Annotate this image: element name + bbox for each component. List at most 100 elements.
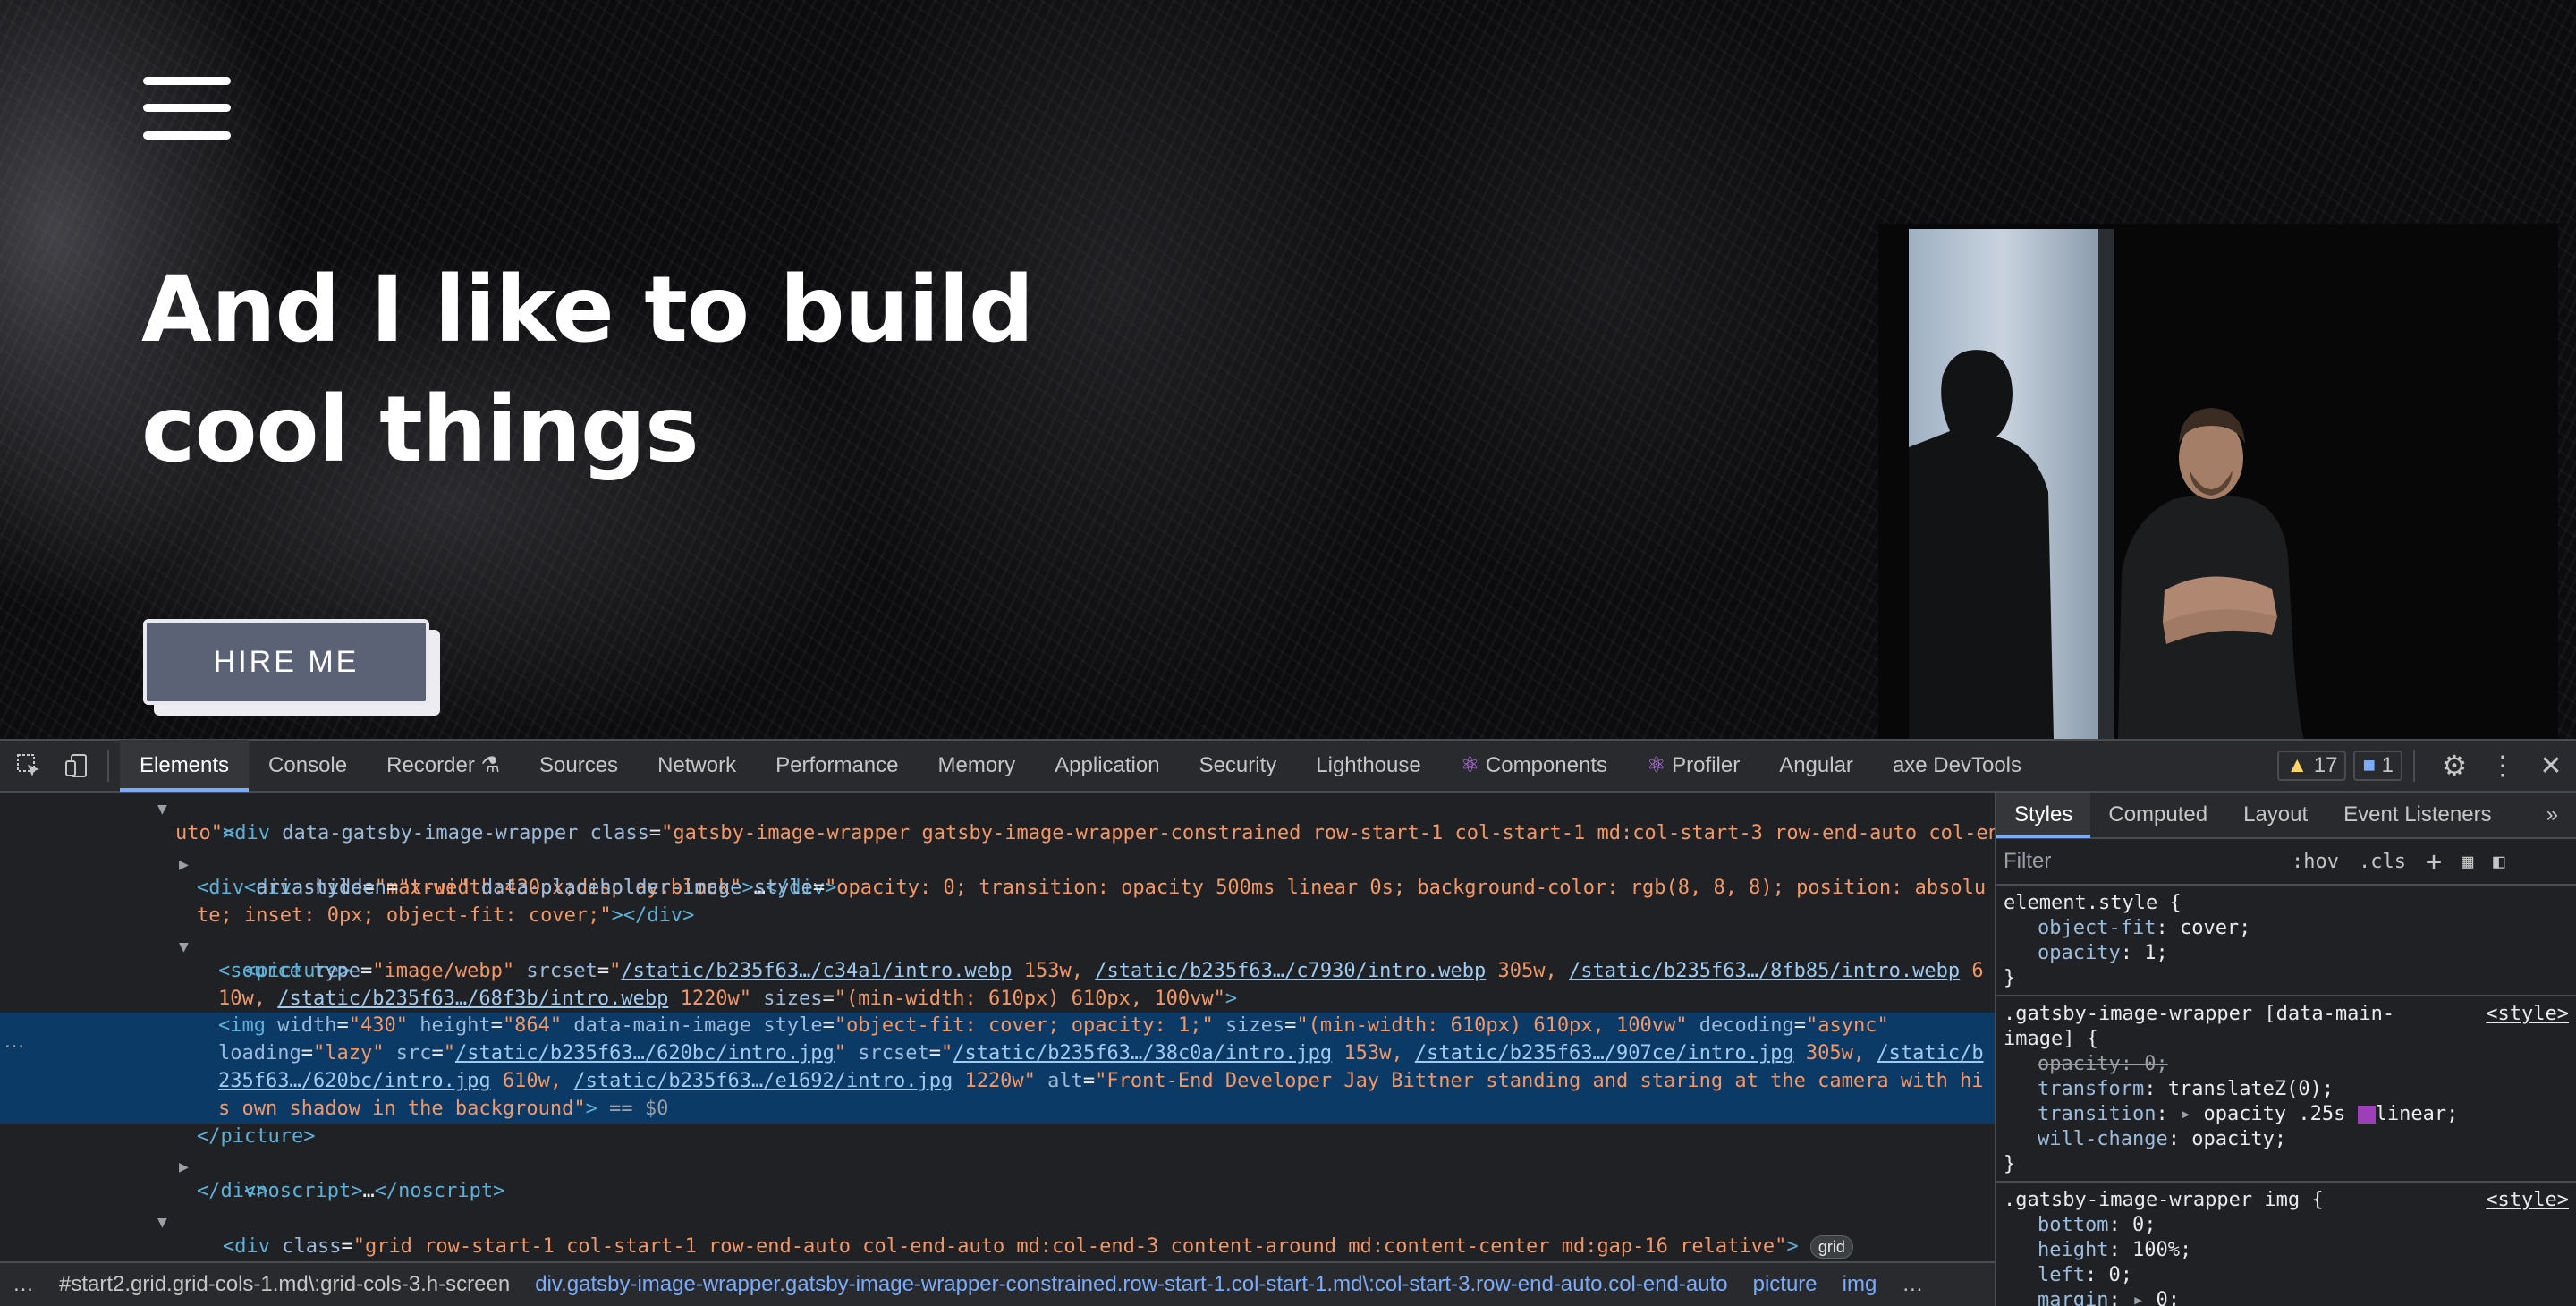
react-icon: ⚛ (1460, 753, 1480, 777)
breadcrumb-item[interactable]: #start2.grid.grid-cols-1.md\:grid-cols-3… (47, 1272, 522, 1297)
dom-line-continuation: s own shadow in the background"> == $0 (0, 1095, 1995, 1124)
inspect-element-icon[interactable] (9, 746, 48, 785)
hero-photo (1878, 224, 2558, 739)
srcset-link[interactable]: /static/b (1877, 1042, 1983, 1064)
devtools-tab-bar: Elements Console Recorder ⚗ Sources Netw… (0, 739, 2576, 793)
dom-node-img-selected[interactable]: <img width="430" height="864" data-main-… (0, 1013, 1995, 1041)
tab-memory[interactable]: Memory (918, 740, 1035, 792)
device-toolbar-icon[interactable] (57, 746, 97, 785)
dom-node-source[interactable]: <source type="image/webp" srcset="/stati… (0, 958, 1995, 986)
selected-node-more-icon[interactable]: … (4, 1029, 25, 1054)
close-icon[interactable]: ✕ (2531, 746, 2571, 785)
tab-sources[interactable]: Sources (520, 740, 638, 792)
dom-node-noscript[interactable]: ▶ <noscript>…</noscript> (0, 1150, 1995, 1202)
warnings-count: 17 (2313, 753, 2338, 777)
class-toggle[interactable]: .cls (2359, 851, 2406, 873)
dom-node-picture-close[interactable]: </picture> (0, 1124, 1995, 1151)
styles-tab-bar: Styles Computed Layout Event Listeners » (1996, 793, 2576, 839)
dom-attr-value: "grid row-start-1 col-start-1 row-end-au… (352, 1234, 1787, 1258)
kebab-menu-icon[interactable]: ⋮ (2483, 746, 2522, 785)
srcset-link[interactable]: /static/b235f63…/38c0a/intro.jpg (953, 1042, 1332, 1064)
tab-network[interactable]: Network (638, 740, 756, 792)
style-rule-image-wrapper-main[interactable]: <style> .gatsby-image-wrapper [data-main… (1996, 996, 2576, 1183)
breadcrumb-item[interactable]: div.gatsby-image-wrapper.gatsby-image-wr… (522, 1272, 1740, 1297)
tab-profiler[interactable]: ⚛ Profiler (1627, 740, 1759, 792)
toolbar-divider (107, 750, 109, 782)
dom-attr-value: "object-fit: cover; opacity: 1;" (834, 1014, 1214, 1038)
style-rule-image-wrapper-img[interactable]: <style> .gatsby-image-wrapper img { bott… (1996, 1183, 2576, 1306)
tab-security[interactable]: Security (1180, 740, 1297, 792)
dom-line-continuation: te; inset: 0px; object-fit: cover;"></di… (197, 904, 695, 928)
tab-performance[interactable]: Performance (756, 740, 918, 792)
tab-application[interactable]: Application (1035, 740, 1179, 792)
srcset-link[interactable]: /static/b235f63…/e1692/intro.jpg (573, 1070, 953, 1092)
dom-line-continuation: uto"> (175, 821, 235, 844)
dom-node-placeholder[interactable]: <div aria-hidden="true" data-placeholder… (0, 875, 1995, 903)
hero-title-line-2: cool things (141, 377, 699, 483)
styles-pane: Styles Computed Layout Event Listeners »… (1995, 793, 2576, 1306)
rule-source-link[interactable]: <style> (2486, 1188, 2569, 1213)
dom-attr-value: uto" (175, 821, 223, 844)
message-icon: ■ (2362, 753, 2376, 777)
dom-line-continuation: loading="lazy" src="/static/b235f63…/620… (0, 1040, 1995, 1068)
toolbar-divider (2413, 750, 2415, 782)
tab-layout[interactable]: Layout (2225, 793, 2326, 838)
hamburger-menu-icon[interactable] (143, 77, 231, 140)
breadcrumb-item[interactable]: picture (1741, 1272, 1830, 1297)
elements-dom-tree[interactable]: ▼ <div data-gatsby-image-wrapper class="g… (0, 793, 1995, 1261)
gear-icon[interactable]: ⚙ (2435, 746, 2474, 785)
tab-components[interactable]: ⚛ Components (1441, 740, 1627, 792)
dom-node-grid-div[interactable]: ▼ <div class="grid row-start-1 col-start-… (0, 1206, 1995, 1259)
srcset-link[interactable]: /static/b235f63…/907ce/intro.jpg (1415, 1042, 1794, 1064)
srcset-link[interactable]: /static/b235f63…/8fb85/intro.webp (1569, 960, 1960, 982)
devtools-right-controls: ▲ 17 ■ 1 ⚙ ⋮ ✕ (2270, 746, 2576, 785)
dom-attr-value: "opacity: 0; transition: opacity 500ms l… (825, 877, 1987, 900)
tab-angular[interactable]: Angular (1759, 740, 1873, 792)
react-icon: ⚛ (1646, 753, 1666, 777)
breadcrumb-overflow-icon[interactable]: … (0, 1272, 47, 1297)
hire-me-button[interactable]: HIRE ME (143, 619, 429, 705)
srcset-link[interactable]: /static/b235f63…/c34a1/intro.webp (621, 960, 1012, 982)
flask-icon: ⚗ (480, 753, 501, 777)
rule-source-link[interactable]: <style> (2486, 1002, 2569, 1027)
toggle-sidebar-icon[interactable]: ◧ (2493, 851, 2504, 873)
expand-triangle-icon[interactable]: ▼ (157, 1209, 167, 1237)
tab-computed[interactable]: Computed (2090, 793, 2225, 838)
dom-attr-value: te; inset: 0px; object-fit: cover;" (197, 904, 612, 928)
srcset-link[interactable]: 235f63…/620bc/intro.jpg (218, 1070, 491, 1092)
dom-attr-value: s own shadow in the background" (218, 1097, 586, 1120)
hero-title: And I like to build cool things (141, 250, 1036, 490)
breadcrumb-item[interactable]: img (1830, 1272, 1890, 1297)
styles-filter-input[interactable] (2004, 844, 2272, 879)
tab-recorder[interactable]: Recorder ⚗ (367, 740, 520, 792)
breadcrumb-overflow-icon[interactable]: … (1889, 1272, 1936, 1297)
srcset-link[interactable]: /static/b235f63…/68f3b/intro.webp (277, 988, 668, 1010)
style-rule-element[interactable]: element.style { object-fit: cover; opaci… (1996, 886, 2576, 996)
rule-selector-continued: image] { (2004, 1028, 2098, 1050)
grid-badge[interactable]: grid (1809, 1234, 1853, 1259)
tab-console[interactable]: Console (249, 740, 367, 792)
tab-lighthouse[interactable]: Lighthouse (1296, 740, 1440, 792)
tab-components-label: Components (1485, 753, 1607, 777)
dom-line-continuation: 235f63…/620bc/intro.jpg 610w, /static/b2… (0, 1067, 1995, 1096)
tab-event-listeners[interactable]: Event Listeners (2326, 793, 2509, 838)
more-tabs-icon[interactable]: » (2529, 793, 2576, 838)
hover-state-toggle[interactable]: :hov (2292, 851, 2339, 873)
tab-axe-devtools[interactable]: axe DevTools (1873, 740, 2041, 792)
tab-recorder-label: Recorder (386, 753, 475, 777)
dom-node-div-close[interactable]: </div> (0, 1178, 1995, 1206)
tab-styles[interactable]: Styles (1996, 793, 2091, 838)
dom-node-div-style[interactable]: ▶ <div style="max-width:430px;display:blo… (0, 848, 1995, 900)
add-rule-icon[interactable]: + (2426, 846, 2442, 878)
srcset-link[interactable]: /static/b235f63…/c7930/intro.webp (1095, 960, 1486, 982)
dom-node-picture[interactable]: ▼ <picture> (0, 930, 1995, 982)
browser-viewport: { "hero": { "title_line1": "And I like t… (0, 0, 2576, 1306)
dom-node-image-wrapper[interactable]: ▼ <div data-gatsby-image-wrapper class="g… (0, 793, 1995, 844)
tab-elements[interactable]: Elements (120, 740, 250, 792)
easing-swatch-icon[interactable] (2357, 1106, 2376, 1124)
dom-attr-value: "(min-width: 610px) 610px, 100vw" (834, 987, 1225, 1010)
paint-brush-icon[interactable]: ▦ (2462, 851, 2473, 873)
warnings-badge[interactable]: ▲ 17 (2277, 751, 2347, 781)
messages-badge[interactable]: ■ 1 (2353, 751, 2402, 781)
src-link[interactable]: /static/b235f63…/620bc/intro.jpg (455, 1042, 835, 1064)
